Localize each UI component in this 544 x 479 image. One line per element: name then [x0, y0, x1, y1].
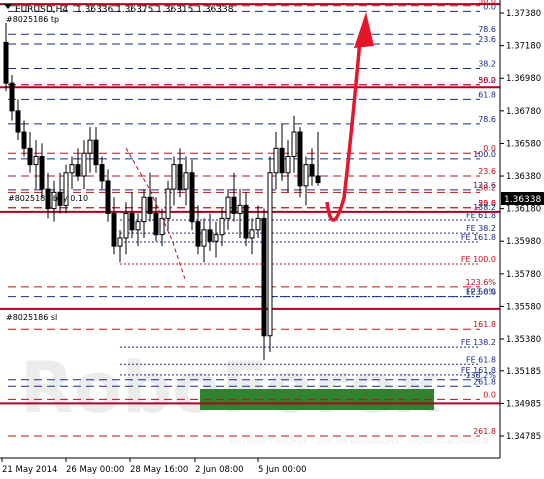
fibo-label-24: 161.8 [473, 320, 496, 329]
candle-body-6 [39, 155, 45, 190]
fibo-label-20: FE 100.0 [461, 255, 496, 264]
fibo-label-19: FE 161.8 [461, 233, 496, 242]
price-tick-label-0: 1.37380 [506, 9, 541, 19]
candle-body-19 [117, 237, 123, 247]
candle-body-46 [279, 147, 285, 174]
price-tick-label-11: 1.35185 [506, 367, 541, 377]
candle-body-31 [189, 172, 195, 223]
price-tick-label-13: 1.34785 [506, 432, 541, 442]
time-tick-label-3: 2 Jun 08:00 [195, 465, 244, 475]
time-tick-label-0: 21 May 2014 [2, 465, 57, 475]
time-tick-label-1: 26 May 00:00 [66, 465, 124, 475]
fibo-label-2: 78.6 [478, 25, 496, 34]
price-tick-label-10: 1.35380 [506, 335, 541, 345]
candle-body-12 [75, 164, 81, 177]
candle-body-25 [153, 213, 159, 236]
price-tick-label-8: 1.35780 [506, 270, 541, 280]
fibo-label-29: 261.8 [473, 377, 496, 386]
watermark-logo: RoboForex [20, 347, 440, 429]
price-tick-label-5: 1.36380 [506, 172, 541, 182]
fibo-label-23: 123.6% [465, 288, 496, 297]
candle-body-0 [3, 41, 9, 84]
price-tick-label-6: 1.36180 [506, 205, 541, 215]
candle-body-14 [87, 139, 93, 154]
time-tick-label-4: 5 Jun 00:00 [258, 465, 307, 475]
time-tick-label-2: 28 May 16:00 [130, 465, 188, 475]
candle-body-18 [111, 213, 117, 247]
candle-body-4 [27, 147, 33, 166]
candle-body-42 [255, 217, 261, 231]
sl-label: #8025186 sl [6, 313, 57, 322]
fibo-label-4: 38.2 [478, 59, 496, 68]
forex-chart[interactable]: RoboForex ИНТЕРНЕТ-БРОКЕР · ДЛЯ НАЧИНАЮЩ… [0, 0, 544, 479]
candle-body-1 [9, 82, 15, 112]
fibo-label-25: FE 138.2 [461, 338, 496, 347]
fibo-label-31: 261.8 [473, 427, 496, 436]
ohlc-label: 1.36336 1.36375 1.36315 1.36338 [76, 5, 234, 15]
candle-body-48 [291, 131, 297, 157]
fibo-label-3: 23.6 [478, 35, 496, 44]
candle-body-37 [225, 196, 231, 219]
price-tick-label-3: 1.36780 [506, 107, 541, 117]
fibo-label-18: FE 38.2 [466, 224, 496, 233]
current-price-label: 1.36338 [504, 195, 541, 205]
fibo-label-6: 38.2 [478, 76, 496, 85]
price-tick-label-9: 1.35580 [506, 302, 541, 312]
tp-label: #8025186 tp [6, 15, 59, 24]
candle-body-23 [141, 196, 147, 223]
candle-body-40 [243, 204, 249, 239]
candle-body-45 [273, 147, 279, 174]
symbol-label: EURUSD,H4 [15, 5, 68, 15]
fibo-label-11: 23.6 [478, 167, 496, 176]
candle-body-38 [231, 196, 237, 215]
candle-body-11 [69, 164, 75, 174]
candle-body-35 [213, 234, 219, 242]
candle-body-24 [147, 196, 153, 215]
candle-body-52 [315, 175, 321, 184]
watermark-subtitle: ИНТЕРНЕТ-БРОКЕР · ДЛЯ НАЧИНАЮЩИХ · ПРОФЕ… [230, 437, 489, 446]
candle-body-26 [159, 217, 165, 236]
candle-body-51 [309, 164, 315, 177]
candle-body-5 [33, 155, 39, 166]
candle-body-39 [237, 204, 243, 215]
candle-body-28 [171, 164, 177, 190]
fibo-label-26: FE 61.8 [466, 355, 496, 364]
candle-body-15 [93, 139, 99, 166]
candle-body-17 [105, 180, 111, 215]
fibo-label-7: 61.8 [478, 90, 496, 99]
candle-body-30 [183, 172, 189, 190]
candle-body-43 [261, 217, 267, 337]
price-tick-label-4: 1.36580 [506, 139, 541, 149]
fibo-label-10: 100.0 [473, 150, 496, 159]
candle-body-21 [129, 213, 135, 231]
candle-body-16 [99, 164, 105, 182]
candle-body-3 [21, 131, 27, 149]
fibo-label-21: 123.6% [465, 278, 496, 287]
candle-body-29 [177, 164, 183, 190]
price-tick-label-12: 1.34985 [506, 399, 541, 409]
candle-body-2 [15, 110, 21, 133]
candle-body-36 [219, 217, 225, 236]
candle-body-44 [267, 172, 273, 337]
fibo-label-13: 38.2 [478, 183, 496, 192]
candle-body-32 [195, 221, 201, 247]
candle-body-33 [201, 229, 207, 247]
candle-body-47 [285, 155, 291, 174]
candle-body-41 [249, 229, 255, 239]
price-tick-label-7: 1.35980 [506, 237, 541, 247]
price-tick-label-1: 1.37180 [506, 42, 541, 52]
buy-label: #8025186 buy 0.10 [8, 194, 88, 203]
candle-body-49 [297, 131, 303, 187]
fibo-label-8: 78.6 [478, 115, 496, 124]
fibo-label-30: 0.0 [483, 390, 496, 399]
candle-body-34 [207, 229, 213, 242]
candle-body-27 [165, 188, 171, 219]
candle-body-20 [123, 213, 129, 239]
candle-body-22 [135, 221, 141, 231]
candle-body-50 [303, 164, 309, 187]
price-tick-label-2: 1.36980 [506, 74, 541, 84]
candle-body-13 [81, 152, 87, 177]
